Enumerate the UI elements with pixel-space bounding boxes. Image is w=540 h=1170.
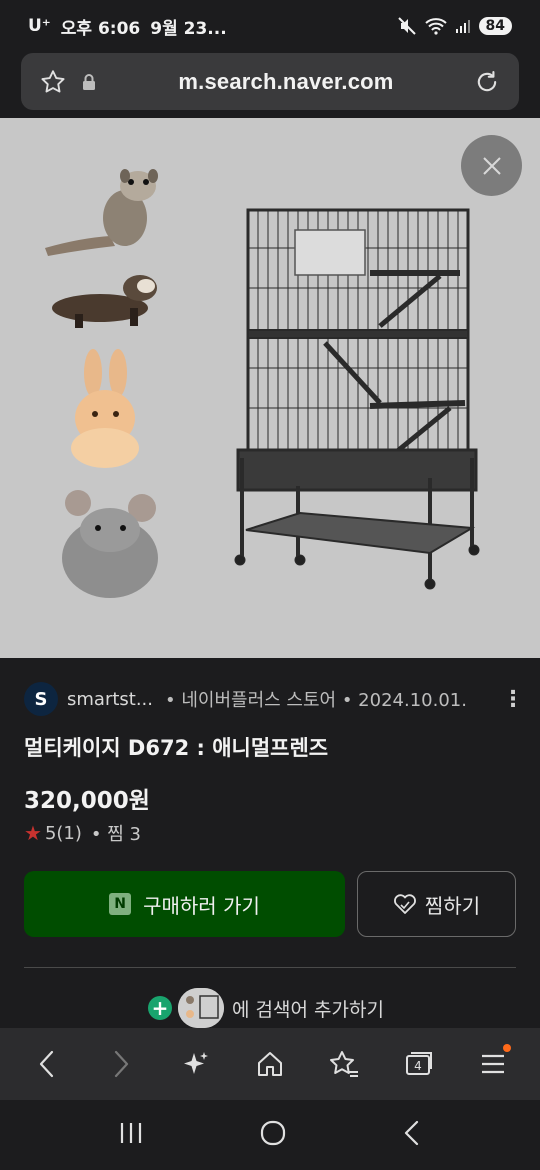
back-nav-icon xyxy=(404,1120,419,1146)
address-bar[interactable]: m.search.naver.com xyxy=(21,53,519,110)
tabs-icon: 4 xyxy=(405,1052,432,1075)
rating-star-icon: ★ xyxy=(24,821,42,845)
product-rating: ★ 5(1) • 찜 3 xyxy=(24,820,141,846)
seller-row[interactable]: S smartst... • 네이버플러스 스토어 • 2024.10.01. … xyxy=(24,682,524,716)
product-title[interactable]: 멀티케이지 D672 : 애니멀프렌즈 xyxy=(24,732,328,762)
back-nav-button[interactable] xyxy=(400,1118,424,1152)
system-navigation-bar xyxy=(0,1100,540,1170)
tab-count: 4 xyxy=(414,1059,422,1073)
zzim-count: • 찜 3 xyxy=(90,824,141,845)
menu-icon xyxy=(481,1054,504,1074)
add-keyword-label: 에 검색어 추가하기 xyxy=(232,998,384,1021)
forward-button[interactable] xyxy=(91,1034,151,1094)
bookmarks-button[interactable] xyxy=(314,1034,374,1094)
divider xyxy=(24,967,516,968)
back-icon xyxy=(40,1050,54,1078)
buy-button[interactable]: N 구매하러 가기 xyxy=(24,871,345,937)
ai-sparkle-button[interactable] xyxy=(166,1034,226,1094)
carrier-label: U⁺ xyxy=(28,16,51,36)
bookmark-star-icon xyxy=(330,1051,359,1077)
naver-n-icon: N xyxy=(109,893,132,915)
seller-avatar[interactable]: S xyxy=(24,682,58,716)
seller-name[interactable]: smartst... xyxy=(67,689,153,710)
product-image-viewer[interactable] xyxy=(0,118,540,658)
home-icon xyxy=(257,1052,282,1076)
tabs-button[interactable]: 4 xyxy=(389,1034,449,1094)
refresh-icon[interactable] xyxy=(473,68,501,96)
more-options-icon[interactable]: ⋮ xyxy=(502,687,524,712)
home-circle-icon xyxy=(260,1120,286,1146)
close-viewer-button[interactable] xyxy=(461,135,522,196)
status-time: 오후 6:06 xyxy=(60,18,141,39)
seller-meta: • 네이버플러스 스토어 • 2024.10.01. xyxy=(165,690,467,711)
add-keyword-row[interactable]: + 에 검색어 추가하기 xyxy=(148,988,384,1028)
rating-value: 5(1) xyxy=(44,822,82,844)
browser-toolbar: 4 xyxy=(0,1028,540,1100)
status-date: 9월 23... xyxy=(150,18,227,39)
close-icon xyxy=(482,156,501,175)
plus-icon[interactable]: + xyxy=(148,996,172,1020)
recent-apps-icon xyxy=(120,1123,142,1143)
battery-indicator: 84 xyxy=(478,17,512,35)
menu-button[interactable] xyxy=(463,1034,523,1094)
home-button[interactable] xyxy=(240,1034,300,1094)
url-text[interactable]: m.search.naver.com xyxy=(99,69,473,95)
product-image xyxy=(0,118,540,658)
mute-icon xyxy=(397,17,416,35)
star-icon[interactable] xyxy=(39,68,67,96)
back-button[interactable] xyxy=(17,1034,77,1094)
signal-icon xyxy=(455,20,470,33)
heart-icon xyxy=(393,894,416,914)
keyword-thumbnail xyxy=(178,988,224,1028)
zzim-button-label: 찜하기 xyxy=(424,893,481,918)
buy-button-label: 구매하러 가기 xyxy=(143,893,260,918)
product-price: 320,000원 xyxy=(24,788,150,814)
home-nav-button[interactable] xyxy=(258,1118,288,1152)
lock-icon xyxy=(83,73,95,90)
wifi-icon xyxy=(424,18,447,35)
recent-apps-button[interactable] xyxy=(116,1120,146,1150)
status-bar: U⁺ 오후 6:06 9월 23... 84 xyxy=(0,0,540,52)
zzim-button[interactable]: 찜하기 xyxy=(357,871,516,937)
forward-icon xyxy=(115,1050,129,1078)
notification-dot xyxy=(502,1044,511,1052)
sparkle-icon xyxy=(183,1052,208,1074)
